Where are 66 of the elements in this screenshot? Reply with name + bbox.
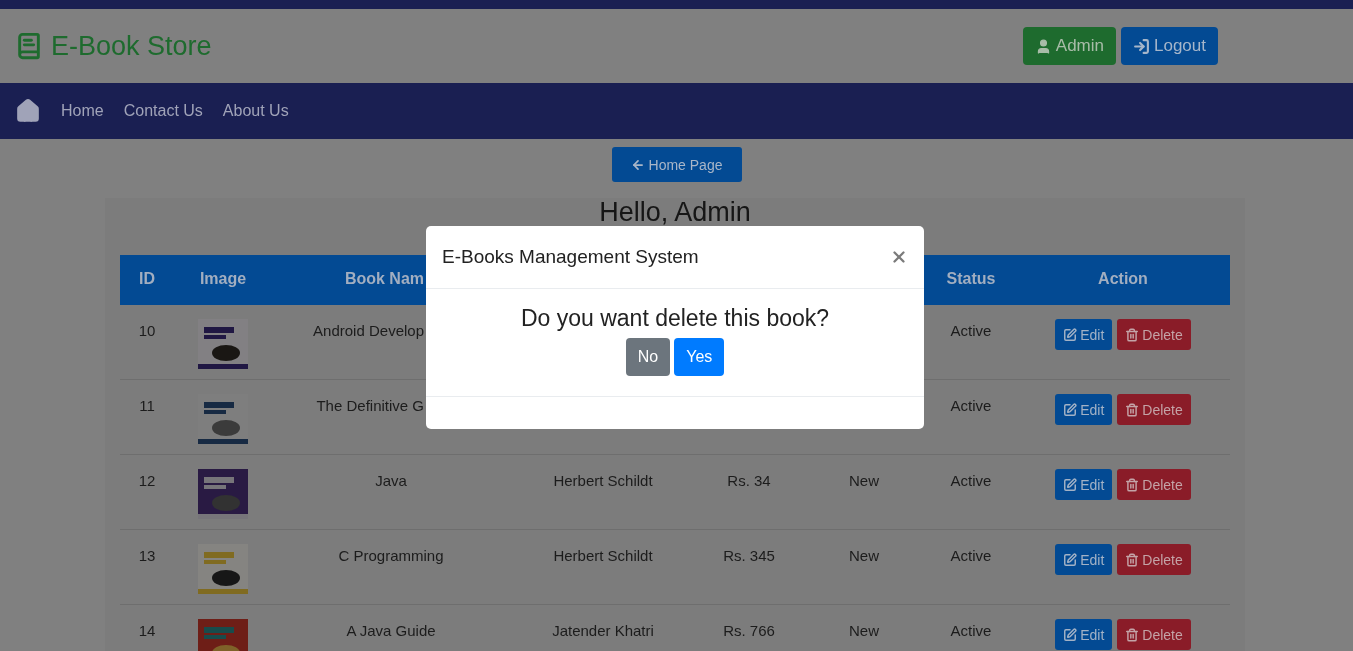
- admin-button[interactable]: Admin: [1022, 27, 1116, 65]
- table-cell-text: 10: [137, 321, 157, 339]
- table-cell-text: New: [848, 471, 880, 489]
- table-cell-text: 12: [137, 471, 157, 489]
- close-icon: [890, 248, 908, 266]
- table-cell-text: The Definitive G: [315, 396, 425, 414]
- no-button[interactable]: No: [625, 338, 671, 376]
- yes-button[interactable]: Yes: [674, 338, 725, 376]
- book-icon: [15, 32, 43, 60]
- sign-in-arrow-icon: [1133, 37, 1150, 55]
- table-cell-text: 11: [138, 396, 156, 414]
- delete-button[interactable]: Delete: [1117, 619, 1191, 650]
- column-header: ID: [138, 270, 156, 288]
- delete-button[interactable]: Delete: [1117, 319, 1191, 350]
- table-cell-text: Android Develop: [312, 321, 425, 339]
- table-cell-text: Rs. 345: [722, 546, 776, 564]
- delete-button[interactable]: Delete: [1117, 394, 1191, 425]
- table-cell-text: 14: [137, 621, 157, 639]
- home-page-button[interactable]: Home Page: [611, 147, 742, 182]
- table-cell-text: Rs. 34: [726, 471, 772, 489]
- table-cell-text: 13: [137, 546, 157, 564]
- edit-button[interactable]: Edit: [1055, 394, 1113, 425]
- table-cell-text: Java: [374, 471, 408, 489]
- trash-icon: [1125, 627, 1140, 642]
- nav-link[interactable]: Contact Us: [123, 102, 203, 120]
- brand-title: E-Book Store: [51, 30, 212, 62]
- table-cell-text: Herbert Schildt: [552, 471, 654, 489]
- trash-icon: [1125, 327, 1140, 342]
- edit-button[interactable]: Edit: [1055, 469, 1113, 500]
- edit-icon: [1063, 402, 1078, 417]
- table-cell-text: New: [848, 546, 880, 564]
- table-cell-text: Rs. 766: [722, 621, 776, 639]
- table-cell-text: Jatender Khatri: [551, 621, 655, 639]
- delete-button[interactable]: Delete: [1117, 469, 1191, 500]
- table-cell-text: Active: [949, 321, 993, 339]
- delete-button[interactable]: Delete: [1117, 544, 1191, 575]
- edit-icon: [1063, 627, 1078, 642]
- edit-icon: [1063, 477, 1078, 492]
- edit-button[interactable]: Edit: [1055, 619, 1113, 650]
- table-cell-text: New: [848, 621, 880, 639]
- table-cell-text: Active: [949, 621, 993, 639]
- dialog-message: Do you want delete this book?: [520, 305, 830, 332]
- nav-link[interactable]: Home: [61, 102, 104, 120]
- trash-icon: [1125, 477, 1140, 492]
- table-cell-text: C Programming: [337, 546, 445, 564]
- table-cell-text: Active: [949, 546, 993, 564]
- home-icon[interactable]: [15, 98, 41, 124]
- trash-icon: [1125, 402, 1140, 417]
- column-header: Status: [945, 270, 997, 288]
- edit-button[interactable]: Edit: [1055, 319, 1113, 350]
- table-cell-text: Active: [949, 471, 993, 489]
- column-header: Book Nam: [343, 270, 425, 288]
- column-header: Action: [1097, 270, 1149, 288]
- trash-icon: [1125, 552, 1140, 567]
- close-button[interactable]: [890, 248, 908, 266]
- table-cell-text: Active: [949, 396, 993, 414]
- logout-button[interactable]: Logout: [1121, 27, 1218, 65]
- table-cell-text: A Java Guide: [345, 621, 437, 639]
- table-cell-text: Herbert Schildt: [552, 546, 654, 564]
- greeting-heading: Hello, Admin: [598, 198, 752, 226]
- nav-link[interactable]: About Us: [222, 102, 289, 120]
- column-header: Image: [198, 270, 248, 288]
- edit-icon: [1063, 552, 1078, 567]
- dialog-title: E-Books Management System: [442, 246, 699, 268]
- edit-icon: [1063, 327, 1078, 342]
- edit-button[interactable]: Edit: [1055, 544, 1113, 575]
